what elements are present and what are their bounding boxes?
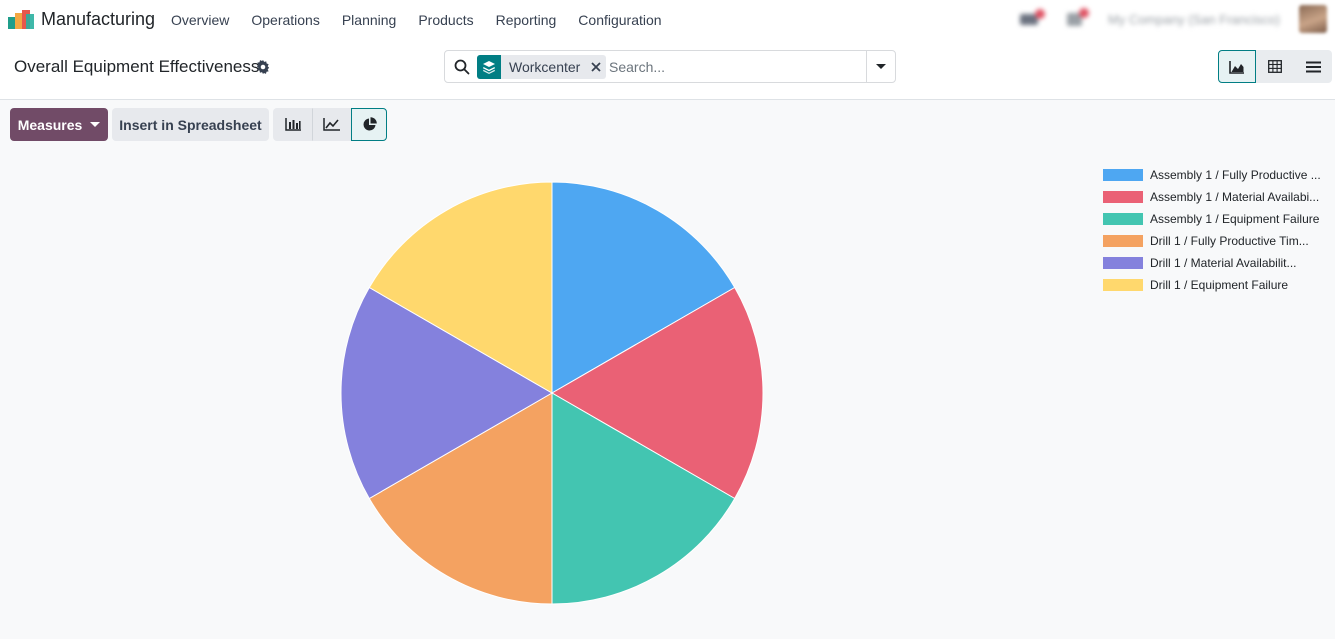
pie-chart-button[interactable] xyxy=(351,108,387,141)
control-panel: Overall Equipment Effectiveness Workcent… xyxy=(0,40,1335,100)
graph-view-button[interactable] xyxy=(1218,50,1256,83)
search-bar: Workcenter xyxy=(444,50,896,83)
legend-item[interactable]: Drill 1 / Fully Productive Tim... xyxy=(1103,230,1321,252)
facet-label: Workcenter xyxy=(509,59,581,75)
spreadsheet-label: Insert in Spreadsheet xyxy=(119,116,262,133)
line-chart-icon xyxy=(323,118,340,131)
pie-chart-icon xyxy=(363,117,377,131)
legend-item[interactable]: Drill 1 / Equipment Failure xyxy=(1103,274,1321,296)
menu-products[interactable]: Products xyxy=(407,12,484,28)
measures-label: Measures xyxy=(17,116,83,133)
insert-in-spreadsheet-button[interactable]: Insert in Spreadsheet xyxy=(112,108,269,141)
legend-swatch xyxy=(1103,279,1143,291)
list-icon xyxy=(1305,61,1321,72)
legend-label: Assembly 1 / Fully Productive ... xyxy=(1150,168,1321,182)
bar-chart-button[interactable] xyxy=(273,108,312,141)
menu-reporting[interactable]: Reporting xyxy=(485,12,568,28)
legend-label: Drill 1 / Material Availabilit... xyxy=(1150,256,1297,270)
legend-swatch xyxy=(1103,213,1143,225)
legend-item[interactable]: Assembly 1 / Material Availabi... xyxy=(1103,186,1321,208)
caret-down-icon xyxy=(876,64,886,69)
manufacturing-app-icon[interactable] xyxy=(8,10,34,29)
bar-chart-icon xyxy=(284,118,301,131)
user-avatar[interactable] xyxy=(1299,5,1327,33)
legend-swatch xyxy=(1103,257,1143,269)
menu-overview[interactable]: Overview xyxy=(160,12,240,28)
app-name[interactable]: Manufacturing xyxy=(41,9,155,30)
measures-button[interactable]: Measures xyxy=(10,108,108,141)
layers-icon xyxy=(477,55,501,79)
graph-mode-switcher xyxy=(273,108,387,141)
top-navbar: Manufacturing Overview Operations Planni… xyxy=(0,0,1335,40)
legend-swatch xyxy=(1103,235,1143,247)
legend-label: Assembly 1 / Equipment Failure xyxy=(1150,212,1320,226)
legend-label: Drill 1 / Fully Productive Tim... xyxy=(1150,234,1309,248)
view-switcher xyxy=(1218,50,1332,83)
main-menu: Overview Operations Planning Products Re… xyxy=(160,0,673,40)
legend-item[interactable]: Assembly 1 / Equipment Failure xyxy=(1103,208,1321,230)
search-icon xyxy=(454,59,470,75)
search-options-toggle[interactable] xyxy=(866,51,895,82)
menu-configuration[interactable]: Configuration xyxy=(567,12,672,28)
menu-operations[interactable]: Operations xyxy=(240,12,330,28)
gear-icon[interactable] xyxy=(256,60,270,74)
legend-swatch xyxy=(1103,191,1143,203)
line-chart-button[interactable] xyxy=(312,108,351,141)
search-facet-groupby: Workcenter xyxy=(477,55,607,79)
close-icon[interactable] xyxy=(586,55,606,79)
area-chart-icon xyxy=(1229,60,1244,74)
messaging-icon[interactable] xyxy=(1018,8,1048,28)
activity-icon[interactable] xyxy=(1064,7,1092,29)
menu-planning[interactable]: Planning xyxy=(331,12,408,28)
pie-chart xyxy=(340,181,764,605)
legend-label: Drill 1 / Equipment Failure xyxy=(1150,278,1289,292)
table-icon xyxy=(1268,60,1282,73)
page-title: Overall Equipment Effectiveness xyxy=(14,57,260,76)
list-view-button[interactable] xyxy=(1294,50,1332,83)
search-input[interactable] xyxy=(609,56,859,78)
caret-down-icon xyxy=(90,122,101,127)
legend-label: Assembly 1 / Material Availabi... xyxy=(1150,190,1320,204)
legend-swatch xyxy=(1103,169,1143,181)
company-switcher[interactable]: My Company (San Francisco) xyxy=(1108,12,1280,27)
chart-legend: Assembly 1 / Fully Productive ... Assembl… xyxy=(1103,164,1321,296)
pivot-view-button[interactable] xyxy=(1256,50,1294,83)
legend-item[interactable]: Drill 1 / Material Availabilit... xyxy=(1103,252,1321,274)
legend-item[interactable]: Assembly 1 / Fully Productive ... xyxy=(1103,164,1321,186)
